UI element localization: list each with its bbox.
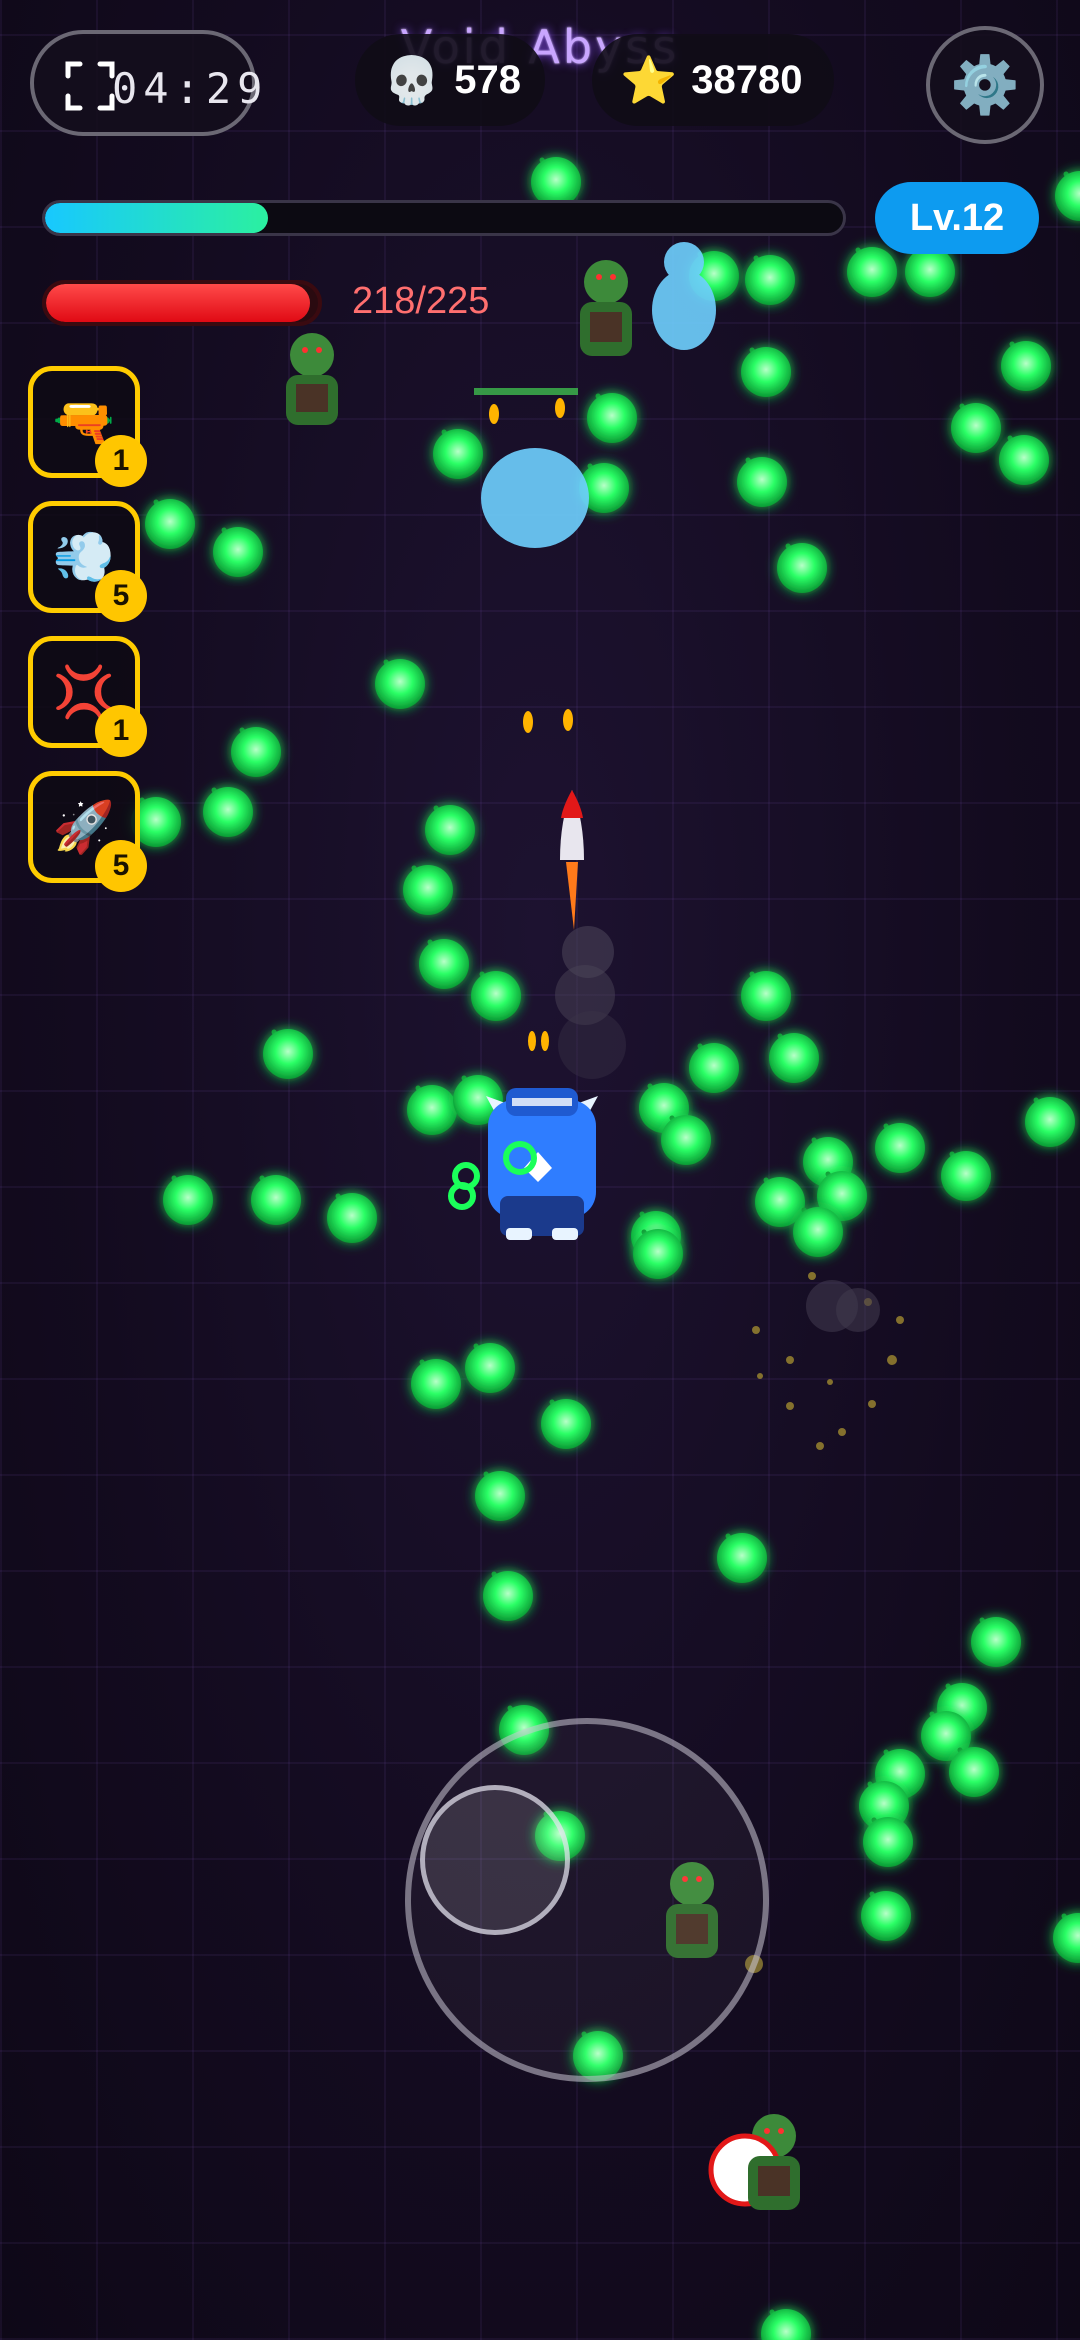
- xp-orb: [949, 1747, 999, 1797]
- xp-orb: [375, 659, 425, 709]
- xp-orb: [689, 1043, 739, 1093]
- weapon-level-badge: 5: [95, 840, 147, 892]
- xp-orb: [875, 1123, 925, 1173]
- xp-orb: [213, 527, 263, 577]
- star-icon: ⭐: [620, 53, 678, 106]
- xp-orb: [251, 1175, 301, 1225]
- xp-orb: [541, 1399, 591, 1449]
- score-value: 38780: [691, 57, 803, 102]
- settings-button[interactable]: ⚙️: [926, 26, 1044, 144]
- skull-icon: 💀: [383, 53, 441, 106]
- xp-orb: [433, 429, 483, 479]
- health-bar: [42, 280, 322, 326]
- explosion-particles: [752, 1272, 904, 1450]
- xp-orb: [1001, 341, 1051, 391]
- xp-orb: [471, 971, 521, 1021]
- xp-bar-fill: [45, 203, 269, 233]
- xp-orb: [327, 1193, 377, 1243]
- xp-orb: [1053, 1913, 1080, 1963]
- timer-display: 04:29: [30, 30, 262, 136]
- xp-orb: [1025, 1097, 1075, 1147]
- weapon-level-badge: 5: [95, 570, 147, 622]
- xp-bar: [42, 200, 846, 236]
- weapon-slot-pistol: 🔫 1: [28, 366, 147, 487]
- xp-orb: [419, 939, 469, 989]
- gear-icon: ⚙️: [950, 53, 1020, 116]
- xp-orb: [741, 971, 791, 1021]
- zombie-enemy: [580, 260, 632, 356]
- weapon-level-badge: 1: [95, 705, 147, 757]
- xp-orb: [717, 1533, 767, 1583]
- xp-orb: [633, 1229, 683, 1279]
- xp-orb: [863, 1817, 913, 1867]
- zombie-enemy: [286, 333, 338, 425]
- level-badge: Lv.12: [875, 182, 1039, 254]
- xp-orb: [861, 1891, 911, 1941]
- xp-orb: [425, 805, 475, 855]
- xp-orb: [1055, 171, 1080, 221]
- xp-orb: [761, 2309, 811, 2340]
- xp-orb: [465, 1343, 515, 1393]
- xp-orb: [941, 1151, 991, 1201]
- xp-orb: [411, 1359, 461, 1409]
- weapon-slot-rocket: 🚀 5: [28, 771, 147, 892]
- screenshot-frame-icon: [65, 61, 115, 111]
- xp-orb: [163, 1175, 213, 1225]
- xp-orb: [777, 543, 827, 593]
- weapon-level-badge: 1: [95, 435, 147, 487]
- xp-orb: [475, 1471, 525, 1521]
- xp-orb: [951, 403, 1001, 453]
- health-bar-fill: [46, 284, 310, 322]
- xp-orb: [203, 787, 253, 837]
- xp-orb: [407, 1085, 457, 1135]
- kill-count: 578: [454, 57, 522, 102]
- xp-orb: [737, 457, 787, 507]
- xp-orb: [769, 1033, 819, 1083]
- xp-orb: [587, 393, 637, 443]
- weapon-slot-dash: 💨 5: [28, 501, 147, 622]
- game-viewport[interactable]: Void Abyss 04:29 💀 578 ⭐ 38780 ⚙️ Lv.12 …: [0, 0, 1080, 2340]
- weapon-slot-rage: 💢 1: [28, 636, 147, 757]
- timer-text: 04:29: [112, 64, 269, 113]
- xp-orb: [145, 499, 195, 549]
- rocket-projectile: [555, 790, 626, 1079]
- xp-orb: [483, 1571, 533, 1621]
- xp-orb: [263, 1029, 313, 1079]
- xp-orb: [971, 1617, 1021, 1667]
- joystick-knob[interactable]: [420, 1785, 570, 1935]
- xp-orb: [661, 1115, 711, 1165]
- health-text: 218/225: [352, 280, 490, 322]
- xp-orb: [231, 727, 281, 777]
- xp-orb: [905, 247, 955, 297]
- score-counter: ⭐ 38780: [592, 34, 834, 126]
- xp-orb: [745, 255, 795, 305]
- xp-orb: [741, 347, 791, 397]
- xp-orb: [847, 247, 897, 297]
- xp-orb: [793, 1207, 843, 1257]
- xp-orb: [403, 865, 453, 915]
- kill-counter: 💀 578: [355, 34, 545, 126]
- xp-orb: [999, 435, 1049, 485]
